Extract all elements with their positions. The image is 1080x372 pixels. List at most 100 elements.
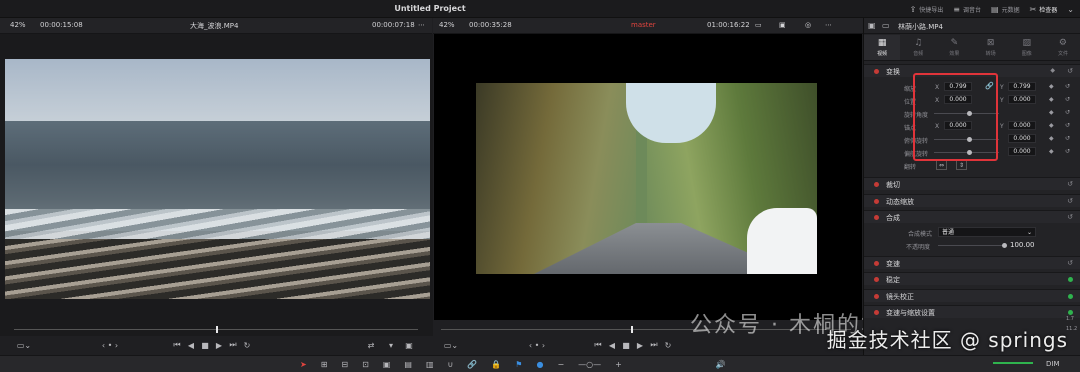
color-icon[interactable]: ◎ xyxy=(805,21,811,29)
source-viewer-mode-icon[interactable]: ▭⌄ xyxy=(14,341,34,350)
collapse-icon[interactable]: ⌄ xyxy=(1067,5,1074,14)
lens-correction-enable-dot[interactable] xyxy=(874,294,879,299)
link-clips-icon[interactable]: 🔗 xyxy=(467,360,477,369)
overwrite-icon[interactable]: ▤ xyxy=(404,360,412,369)
tab-image[interactable]: ▨ 图像 xyxy=(1009,35,1045,60)
timeline-playhead[interactable] xyxy=(631,326,633,333)
flag-icon[interactable]: ⚑ xyxy=(515,360,522,369)
replace-icon[interactable]: ▥ xyxy=(426,360,434,369)
stop-icon[interactable]: ■ xyxy=(198,341,212,350)
mixer-button[interactable]: ≡ 调音台 xyxy=(953,5,981,14)
tab-video[interactable]: ▦ 视频 xyxy=(864,35,901,60)
tab-audio[interactable]: ♫ 音频 xyxy=(900,35,936,60)
go-start-icon[interactable]: ⏮ xyxy=(170,340,184,350)
match-frame-icon[interactable]: ⇄ xyxy=(364,341,378,350)
quick-export-button[interactable]: ⇪ 快捷导出 xyxy=(910,5,944,14)
timeline-play-icon[interactable]: ▶ xyxy=(633,341,647,350)
yaw-keyframe-icon[interactable]: ◆ xyxy=(1049,148,1054,155)
composite-mode-select[interactable]: 普通 ⌄ xyxy=(938,227,1036,237)
speed-enable-dot[interactable] xyxy=(874,261,879,266)
dynamic-zoom-enable-dot[interactable] xyxy=(874,199,879,204)
timeline-jog-icon[interactable]: ‹ • › xyxy=(517,341,557,350)
mark-out-icon[interactable]: ▣ xyxy=(402,341,416,350)
zoom-reset-icon[interactable]: ↺ xyxy=(1065,83,1070,90)
tab-file[interactable]: ⚙ 文件 xyxy=(1045,35,1080,60)
timeline-go-start-icon[interactable]: ⏮ xyxy=(591,340,605,350)
zoom-out-icon[interactable]: − xyxy=(557,360,564,369)
viewer-layout-icon[interactable]: ▭ xyxy=(755,21,762,29)
blade-icon[interactable]: ⊡ xyxy=(362,360,369,369)
anchor-reset-icon[interactable]: ↺ xyxy=(1065,122,1070,129)
volume-icon[interactable]: 🔊 xyxy=(716,360,726,369)
keyframe-icon[interactable]: ◆ xyxy=(1050,67,1055,74)
volume-slider[interactable] xyxy=(993,362,1033,364)
overlay-icon[interactable]: ▣ xyxy=(779,21,786,29)
marker-icon[interactable]: ● xyxy=(536,360,543,369)
reverse-icon[interactable]: ◀ xyxy=(184,341,198,350)
tab-transition[interactable]: ⊠ 转场 xyxy=(973,35,1009,60)
section-composite[interactable]: 合成 ↺ xyxy=(864,210,1080,223)
zoom-in-icon[interactable]: + xyxy=(615,360,622,369)
pointer-icon[interactable]: ➤ xyxy=(300,360,307,369)
timeline-reverse-icon[interactable]: ◀ xyxy=(605,341,619,350)
source-zoom[interactable]: 42% xyxy=(10,21,26,29)
panel-icon[interactable]: ▣ xyxy=(868,21,876,30)
pitch-field[interactable]: 0.000 xyxy=(1008,134,1036,143)
timeline-loop-icon[interactable]: ↻ xyxy=(661,341,675,350)
timeline-options-icon[interactable]: ⋯ xyxy=(825,21,832,29)
anchor-keyframe-icon[interactable]: ◆ xyxy=(1049,122,1054,129)
section-lens-correction[interactable]: 镜头校正 xyxy=(864,289,1080,302)
rotation-reset-icon[interactable]: ↺ xyxy=(1065,109,1070,116)
opacity-value[interactable]: 100.00 xyxy=(1010,241,1035,249)
jog-icon[interactable]: ‹ • › xyxy=(90,341,130,350)
position-y-field[interactable]: 0.000 xyxy=(1008,95,1036,104)
zoom-keyframe-icon[interactable]: ◆ xyxy=(1049,83,1054,90)
reset-icon[interactable]: ↺ xyxy=(1067,67,1073,75)
dynamic-zoom-reset-icon[interactable]: ↺ xyxy=(1067,197,1073,205)
source-clip-name[interactable]: 大海_波浪.MP4 xyxy=(190,21,238,31)
section-speed[interactable]: 变速 ↺ xyxy=(864,256,1080,269)
position-keyframe-icon[interactable]: ◆ xyxy=(1049,96,1054,103)
zoom-y-field[interactable]: 0.799 xyxy=(1008,82,1036,91)
lock-icon[interactable]: 🔒 xyxy=(491,360,501,369)
zoom-slider-icon[interactable]: —○— xyxy=(578,360,601,369)
metadata-button[interactable]: ▤ 元数据 xyxy=(991,5,1020,14)
yaw-reset-icon[interactable]: ↺ xyxy=(1065,148,1070,155)
section-retime-scaling[interactable]: 变速与缩放设置 xyxy=(864,305,1080,318)
dynamic-trim-icon[interactable]: ⊟ xyxy=(341,360,348,369)
go-end-icon[interactable]: ⏭ xyxy=(226,340,240,350)
speed-reset-icon[interactable]: ↺ xyxy=(1067,259,1073,267)
yaw-field[interactable]: 0.000 xyxy=(1008,147,1036,156)
timeline-stop-icon[interactable]: ■ xyxy=(619,341,633,350)
composite-enable-dot[interactable] xyxy=(874,215,879,220)
anchor-y-field[interactable]: 0.000 xyxy=(1008,121,1036,130)
timeline-zoom[interactable]: 42% xyxy=(439,21,455,29)
pitch-reset-icon[interactable]: ↺ xyxy=(1065,135,1070,142)
opacity-slider[interactable] xyxy=(938,245,1004,246)
stabilization-enable-dot[interactable] xyxy=(874,277,879,282)
flip-horizontal-button[interactable]: ⇔ xyxy=(936,160,947,170)
inspector-button[interactable]: ✂ 检查器 xyxy=(1030,5,1058,14)
section-stabilization[interactable]: 稳定 xyxy=(864,272,1080,285)
retime-scaling-enable-dot[interactable] xyxy=(874,310,879,315)
loop-icon[interactable]: ↻ xyxy=(240,341,254,350)
source-options-icon[interactable]: ⋯ xyxy=(418,21,425,29)
transform-enable-dot[interactable] xyxy=(874,69,879,74)
timeline-viewer-mode-icon[interactable]: ▭⌄ xyxy=(441,341,461,350)
crop-reset-icon[interactable]: ↺ xyxy=(1067,180,1073,188)
rotation-keyframe-icon[interactable]: ◆ xyxy=(1049,109,1054,116)
mark-in-icon[interactable]: ▾ xyxy=(384,341,398,350)
insert-icon[interactable]: ▣ xyxy=(383,360,391,369)
section-dynamic-zoom[interactable]: 动态缩放 ↺ xyxy=(864,194,1080,207)
opacity-slider-handle[interactable] xyxy=(1002,243,1007,248)
snap-icon[interactable]: ∪ xyxy=(448,360,454,369)
crop-enable-dot[interactable] xyxy=(874,182,879,187)
section-crop[interactable]: 裁切 ↺ xyxy=(864,177,1080,190)
composite-reset-icon[interactable]: ↺ xyxy=(1067,213,1073,221)
tab-effects[interactable]: ✎ 效果 xyxy=(936,35,972,60)
position-reset-icon[interactable]: ↺ xyxy=(1065,96,1070,103)
timeline-go-end-icon[interactable]: ⏭ xyxy=(647,340,661,350)
trim-icon[interactable]: ⊞ xyxy=(321,360,328,369)
pitch-keyframe-icon[interactable]: ◆ xyxy=(1049,135,1054,142)
timeline-name[interactable]: master xyxy=(631,21,656,29)
